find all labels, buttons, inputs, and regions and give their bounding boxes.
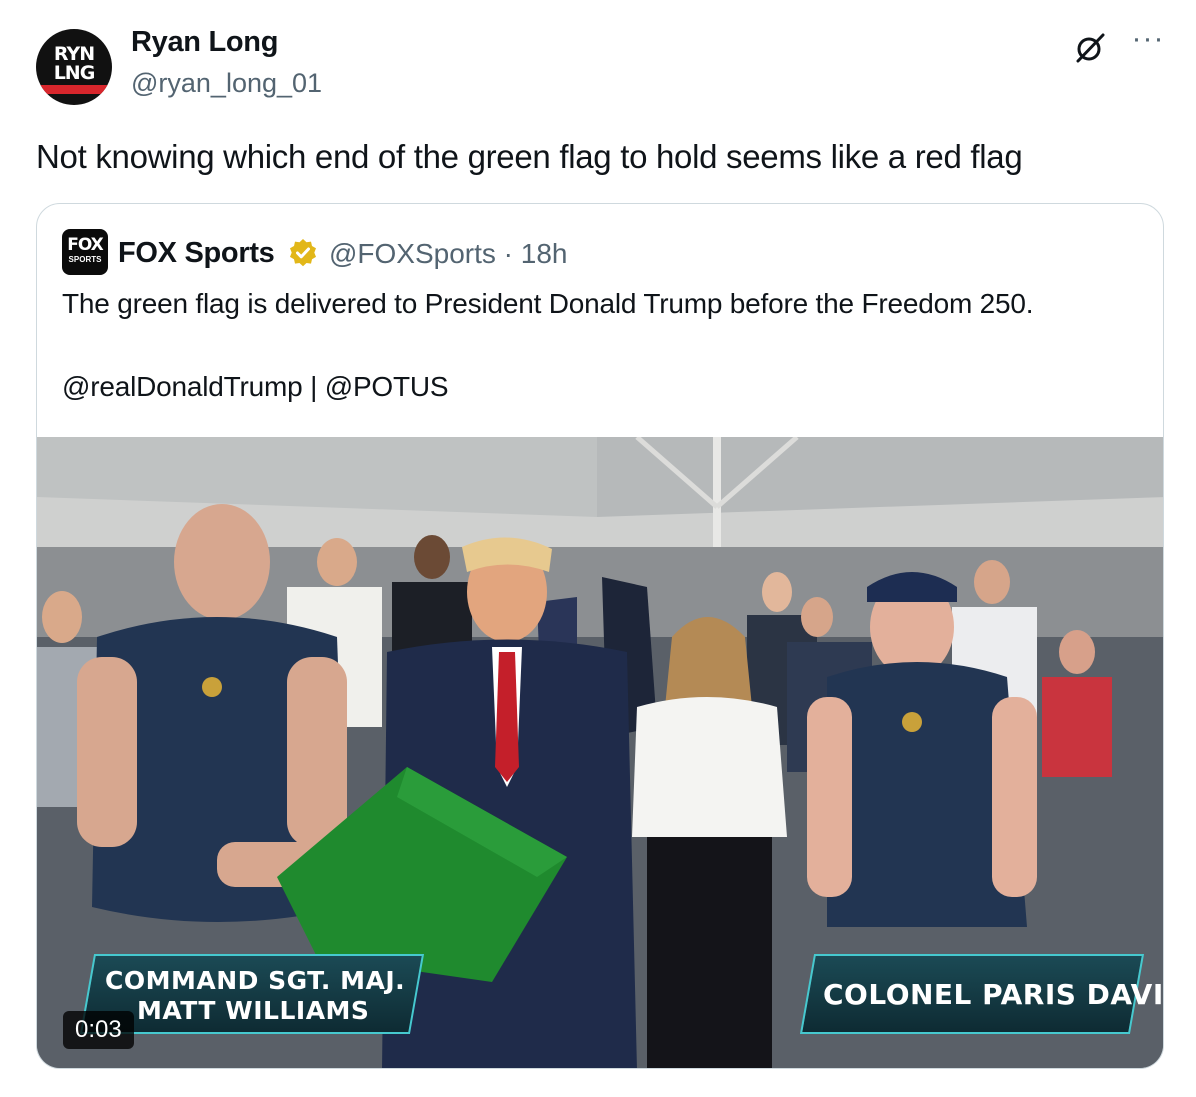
caption-left: COMMAND SGT. MAJ. MATT WILLIAMS bbox=[79, 954, 425, 1034]
author-avatar[interactable]: RYN LNG bbox=[36, 29, 112, 105]
author-handle[interactable]: @ryan_long_01 bbox=[131, 68, 322, 99]
caption-right-text: COLONEL PARIS DAVIS bbox=[823, 978, 1164, 1011]
video-timestamp: 0:03 bbox=[63, 1011, 134, 1049]
quoted-author-name[interactable]: FOX Sports bbox=[118, 237, 275, 270]
avatar-text-bottom: LNG bbox=[53, 62, 96, 84]
caption-right: COLONEL PARIS DAVIS bbox=[799, 954, 1163, 1034]
caption-left-line1: COMMAND SGT. MAJ. bbox=[105, 966, 406, 995]
more-dots-icon[interactable]: ··· bbox=[1128, 24, 1168, 54]
quoted-tweet-text: The green flag is delivered to President… bbox=[62, 288, 1034, 319]
author-name[interactable]: Ryan Long bbox=[131, 26, 278, 59]
quoted-author-avatar[interactable]: FOX SPORTS bbox=[62, 229, 108, 275]
caption-left-line2: MATT WILLIAMS bbox=[137, 996, 370, 1025]
quoted-avatar-subtext: SPORTS bbox=[68, 255, 102, 264]
avatar-stripe bbox=[36, 85, 112, 94]
tweet-text: Not knowing which end of the green flag … bbox=[36, 138, 1023, 175]
quoted-tweet-mentions[interactable]: @realDonaldTrump | @POTUS bbox=[62, 371, 449, 403]
video-player[interactable]: COMMAND SGT. MAJ. MATT WILLIAMS COLONEL … bbox=[37, 437, 1163, 1068]
quoted-handle-time[interactable]: @FOXSports · 18h bbox=[329, 238, 568, 270]
quoted-tweet[interactable]: FOX SPORTS FOX Sports @FOXSports · 18h T… bbox=[36, 203, 1164, 1069]
verified-badge-icon bbox=[287, 237, 319, 269]
grok-slash-icon[interactable] bbox=[1072, 30, 1108, 66]
quoted-avatar-text: FOX bbox=[67, 235, 104, 255]
